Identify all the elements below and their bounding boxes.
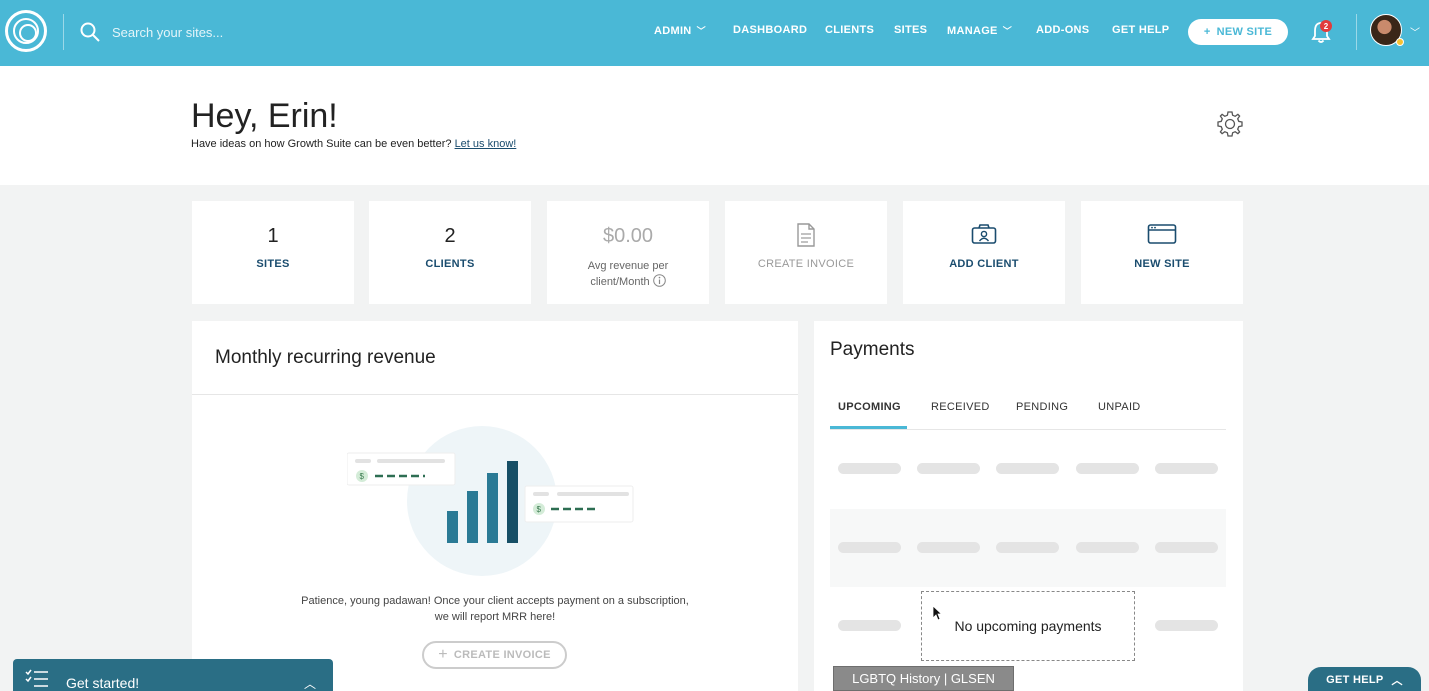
avg-revenue-label-line2: client/Month — [590, 276, 650, 288]
search-input[interactable] — [112, 22, 372, 42]
skeleton-cell — [1076, 463, 1139, 474]
page-title: Hey, Erin! — [191, 97, 338, 135]
nav-divider — [1356, 14, 1357, 50]
empty-state-message: No upcoming payments — [921, 591, 1135, 661]
mrr-illustration: $ $ — [347, 426, 634, 576]
skeleton-cell — [1155, 542, 1218, 553]
skeleton-cell — [1155, 463, 1218, 474]
clients-count: 2 — [444, 225, 456, 247]
skeleton-cell — [1155, 620, 1218, 631]
clients-card-label: CLIENTS — [425, 258, 475, 270]
skeleton-cell — [917, 542, 980, 553]
avg-revenue-card: $0.00 Avg revenue per client/Month — [547, 201, 709, 304]
create-invoice-button[interactable]: + CREATE INVOICE — [422, 641, 567, 669]
tab-received[interactable]: RECEIVED — [931, 401, 990, 413]
clients-card[interactable]: 2 CLIENTS — [369, 201, 531, 304]
avg-revenue-value: $0.00 — [602, 225, 654, 247]
chevron-down-icon[interactable]: ﹀ — [1410, 24, 1420, 39]
info-icon[interactable] — [652, 274, 666, 287]
skeleton-row — [830, 509, 1226, 587]
feedback-prompt: Have ideas on how Growth Suite can be ev… — [191, 138, 452, 150]
tabs-divider — [830, 429, 1226, 430]
mouse-cursor-icon — [932, 605, 942, 621]
invoice-icon — [797, 223, 815, 247]
feedback-link[interactable]: Let us know! — [455, 138, 517, 150]
nav-divider — [63, 14, 64, 50]
new-site-card-label: NEW SITE — [1134, 258, 1190, 270]
nav-manage-label: MANAGE — [947, 25, 998, 37]
plus-icon: + — [1203, 26, 1211, 38]
gear-icon[interactable] — [1216, 110, 1244, 138]
tooltip: LGBTQ History | GLSEN — [833, 666, 1014, 691]
add-client-label: ADD CLIENT — [949, 258, 1019, 270]
browser-window-icon — [1147, 224, 1177, 244]
payments-title: Payments — [830, 339, 915, 360]
svg-text:$: $ — [360, 472, 365, 481]
create-invoice-label: CREATE INVOICE — [757, 258, 855, 270]
add-client-card[interactable]: ADD CLIENT — [903, 201, 1065, 304]
nav-add-ons[interactable]: ADD-ONS — [1036, 24, 1089, 36]
skeleton-cell — [1076, 542, 1139, 553]
divider — [192, 394, 798, 395]
chevron-up-icon: ︿ — [1391, 675, 1403, 687]
chevron-down-icon: ﹀ — [696, 26, 706, 36]
feedback-text: Have ideas on how Growth Suite can be ev… — [191, 138, 516, 150]
logo-icon[interactable] — [5, 10, 47, 52]
get-started-bar[interactable]: Get started! ︿ — [13, 659, 333, 691]
skeleton-cell — [838, 542, 901, 553]
avg-revenue-label: Avg revenue per client/Month — [547, 258, 709, 290]
nav-clients[interactable]: CLIENTS — [825, 24, 874, 36]
get-started-label: Get started! — [66, 675, 140, 691]
status-dot — [1396, 38, 1404, 46]
tab-upcoming[interactable]: UPCOMING — [838, 401, 901, 413]
sites-count: 1 — [267, 225, 279, 247]
skeleton-row — [830, 431, 1226, 509]
nav-manage[interactable]: MANAGE ﹀ — [947, 24, 1012, 37]
sites-card-label: SITES — [256, 258, 290, 270]
avg-revenue-label-line1: Avg revenue per — [587, 260, 669, 272]
mrr-empty-message: Patience, young padawan! Once your clien… — [192, 593, 798, 625]
nav-admin[interactable]: ADMIN ﹀ — [654, 24, 706, 37]
nav-sites[interactable]: SITES — [894, 24, 927, 36]
notification-badge: 2 — [1320, 20, 1332, 32]
get-help-label: GET HELP — [1326, 674, 1384, 686]
skeleton-cell — [838, 620, 901, 631]
get-help-button[interactable]: GET HELP ︿ — [1308, 667, 1421, 691]
tab-unpaid[interactable]: UNPAID — [1098, 401, 1141, 413]
skeleton-cell — [917, 463, 980, 474]
create-invoice-card[interactable]: CREATE INVOICE — [725, 201, 887, 304]
mrr-message-line1: Patience, young padawan! Once your clien… — [301, 595, 689, 607]
top-nav: ADMIN ﹀ DASHBOARD CLIENTS SITES MANAGE ﹀ A… — [0, 0, 1429, 66]
tab-pending[interactable]: PENDING — [1016, 401, 1068, 413]
chevron-up-icon: ︿ — [304, 677, 317, 691]
payments-panel: Payments UPCOMING RECEIVED PENDING UNPAI… — [814, 321, 1243, 691]
skeleton-cell — [996, 542, 1059, 553]
mrr-panel: Monthly recurring revenue $ $ Patience, … — [192, 321, 798, 691]
new-site-card[interactable]: NEW SITE — [1081, 201, 1243, 304]
new-site-button-label: NEW SITE — [1216, 26, 1273, 38]
mrr-message-line2: we will report MRR here! — [434, 611, 556, 623]
nav-dashboard[interactable]: DASHBOARD — [733, 24, 807, 36]
mrr-title: Monthly recurring revenue — [215, 347, 436, 368]
sites-card[interactable]: 1 SITES — [192, 201, 354, 304]
chevron-down-icon: ﹀ — [1002, 26, 1013, 36]
skeleton-cell — [838, 463, 901, 474]
checklist-icon — [25, 669, 48, 687]
new-site-button[interactable]: + NEW SITE — [1188, 19, 1288, 45]
avg-revenue-label-line2-wrap: client/Month — [547, 274, 709, 290]
skeleton-cell — [996, 463, 1059, 474]
search-icon[interactable] — [80, 22, 100, 42]
plus-icon: + — [438, 646, 448, 663]
svg-text:$: $ — [537, 505, 542, 514]
nav-get-help[interactable]: GET HELP — [1112, 24, 1169, 36]
nav-admin-label: ADMIN — [654, 25, 692, 37]
create-invoice-button-label: CREATE INVOICE — [453, 649, 551, 661]
add-client-icon — [971, 224, 997, 244]
